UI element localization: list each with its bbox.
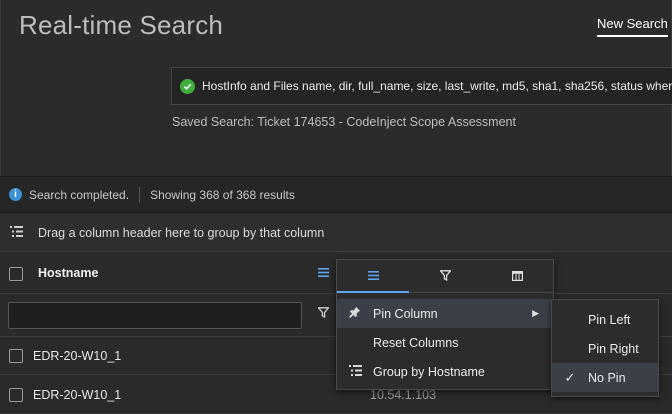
column-menu: Pin Column ▶ Reset Columns Group by Host… (336, 259, 554, 390)
search-status-text: Search completed. (29, 187, 130, 202)
menu-item-pin-left[interactable]: Pin Left (552, 305, 658, 334)
tab-columns[interactable] (481, 260, 553, 293)
row-checkbox[interactable] (9, 349, 23, 363)
saved-search-label: Saved Search: Ticket 174653 - CodeInject… (172, 115, 516, 129)
divider (139, 186, 141, 203)
ip-cell: 10.54.1.103 (370, 388, 437, 402)
menu-item-label: Reset Columns (373, 335, 459, 350)
group-drop-zone[interactable]: Drag a column header here to group by th… (0, 214, 672, 252)
filter-icon (438, 269, 452, 284)
check-circle-icon (180, 78, 195, 94)
tab-filter[interactable] (409, 260, 481, 293)
new-search-link[interactable]: New Search (597, 16, 668, 37)
menu-item-no-pin[interactable]: ✓ No Pin (552, 363, 658, 392)
group-icon (10, 225, 24, 240)
checkmark-icon: ✓ (564, 369, 576, 385)
submenu-arrow-icon: ▶ (532, 308, 539, 318)
hostname-cell: EDR-20-W10_1 (33, 349, 122, 363)
results-count-text: Showing 368 of 368 results (150, 187, 295, 202)
info-icon: i (9, 188, 22, 201)
column-header-hostname[interactable]: Hostname (38, 266, 98, 280)
status-bar: i Search completed. Showing 368 of 368 r… (0, 176, 672, 213)
query-text: HostInfo and Files name, dir, full_name,… (202, 79, 672, 93)
page-title: Real-time Search (19, 10, 224, 40)
row-checkbox[interactable] (9, 388, 23, 402)
query-display[interactable]: HostInfo and Files name, dir, full_name,… (171, 67, 672, 105)
hostname-cell: EDR-20-W10_1 (33, 388, 122, 402)
menu-item-label: Group by Hostname (373, 364, 485, 379)
columns-icon (511, 270, 523, 284)
column-menu-tabs (337, 260, 553, 293)
select-all-checkbox[interactable] (9, 267, 23, 281)
tab-general[interactable] (337, 260, 409, 293)
menu-item-label: Pin Right (588, 341, 639, 356)
group-icon (337, 364, 373, 379)
menu-item-pin-right[interactable]: Pin Right (552, 334, 658, 363)
search-header: Real-time Search New Search HostInfo and… (0, 0, 672, 176)
menu-item-pin-column[interactable]: Pin Column ▶ (337, 299, 553, 328)
filter-icon[interactable] (317, 307, 330, 321)
menu-item-label: Pin Column (373, 306, 438, 321)
menu-item-label: No Pin (588, 370, 626, 385)
menu-item-reset-columns[interactable]: Reset Columns (337, 328, 553, 357)
column-menu-icon[interactable] (318, 265, 329, 280)
general-icon (367, 269, 379, 283)
pin-icon (337, 306, 373, 321)
group-bar-text: Drag a column header here to group by th… (38, 225, 325, 240)
menu-item-group-by-hostname[interactable]: Group by Hostname (337, 357, 553, 386)
menu-item-label: Pin Left (588, 312, 631, 327)
pin-submenu: Pin Left Pin Right ✓ No Pin (551, 299, 659, 397)
hostname-filter-input[interactable] (8, 302, 302, 329)
